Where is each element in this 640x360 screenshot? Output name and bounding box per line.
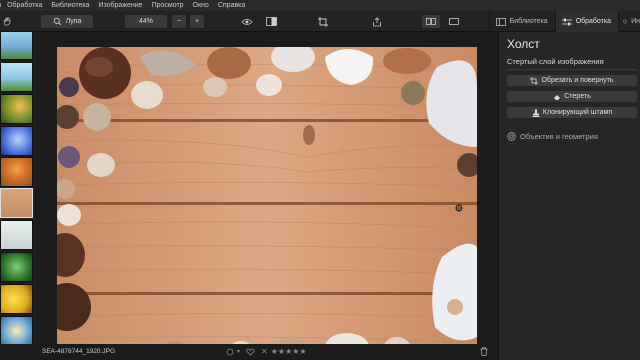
dropdown-arrow-icon[interactable]: ▾ xyxy=(237,348,240,355)
thumbnail[interactable] xyxy=(0,284,33,314)
menu-item-view[interactable]: Просмотр xyxy=(152,2,184,9)
thumbnail[interactable] xyxy=(0,188,33,218)
panel-subtitle: Стертый слой изображения xyxy=(507,57,604,66)
zoom-value: 44% xyxy=(138,18,153,25)
canvas-area[interactable] xyxy=(36,32,496,360)
zoom-in-label: + xyxy=(194,18,200,25)
zoom-select[interactable]: 44% xyxy=(125,15,167,28)
magnifier-button[interactable]: Лупа xyxy=(41,15,93,28)
menu-item-edit[interactable]: Обработка xyxy=(7,2,42,9)
compare-icon[interactable] xyxy=(262,15,280,28)
share-icon[interactable] xyxy=(370,15,384,28)
filmstrip xyxy=(0,32,36,344)
crop-icon xyxy=(530,76,539,85)
magnifier-label: Лупа xyxy=(65,18,82,25)
erase-label: Стереть xyxy=(564,93,591,100)
thumbnail[interactable] xyxy=(0,252,33,282)
single-view-icon[interactable] xyxy=(446,15,462,28)
tab-library-label: Библиотека xyxy=(509,18,548,25)
tab-edit[interactable]: Обработка xyxy=(554,11,618,32)
panel-title: Холст xyxy=(507,37,540,51)
thumbnail[interactable] xyxy=(0,316,33,344)
tab-library[interactable]: Библиотека xyxy=(488,11,555,32)
menu-bar: л Обработка Библиотека Изображение Просм… xyxy=(0,0,640,11)
edit-panel: Холст Стертый слой изображения Обрезать … xyxy=(498,32,640,360)
edited-photo[interactable] xyxy=(57,47,477,360)
crop-rotate-button[interactable]: Обрезать и повернуть xyxy=(507,75,637,86)
thumbnail[interactable] xyxy=(0,157,33,187)
toolbar: Лупа 44% − + Библиотека Обработка Ин xyxy=(0,11,640,32)
hand-icon[interactable] xyxy=(2,15,12,28)
status-bar: SEA-4878744_1920.JPG ▾ ✕ ★★★★★ xyxy=(36,344,498,360)
zoom-in-button[interactable]: + xyxy=(190,15,204,28)
reject-icon[interactable]: ✕ xyxy=(261,347,268,356)
lens-geometry-section[interactable]: Объектив и геометрия xyxy=(507,132,598,141)
thumbnail[interactable] xyxy=(0,220,33,250)
lens-icon xyxy=(507,132,516,141)
heart-icon[interactable] xyxy=(246,348,255,356)
eraser-icon xyxy=(554,94,561,100)
tab-info-label: Ин xyxy=(631,18,640,25)
file-name: SEA-4878744_1920.JPG xyxy=(42,348,115,355)
menu-item-file[interactable]: л xyxy=(0,2,1,9)
erase-button[interactable]: Стереть xyxy=(507,91,637,102)
grid-view-button[interactable] xyxy=(422,15,440,28)
crop-tool-icon[interactable] xyxy=(316,15,330,28)
library-icon xyxy=(495,17,506,26)
stamp-icon xyxy=(532,109,540,117)
crop-rotate-label: Обрезать и повернуть xyxy=(541,77,614,84)
clone-stamp-button[interactable]: Клонирующий штамп xyxy=(507,107,637,118)
magnifier-icon xyxy=(53,17,61,26)
thumbnail[interactable] xyxy=(0,126,33,156)
sliders-icon xyxy=(561,18,572,25)
menu-item-help[interactable]: Справка xyxy=(218,2,245,9)
tab-info[interactable]: Ин xyxy=(618,11,640,32)
thumbnail[interactable] xyxy=(0,32,33,60)
grid-view-icon xyxy=(426,18,436,25)
info-icon xyxy=(623,19,628,24)
rating-bar: ▾ ✕ ★★★★★ xyxy=(226,347,310,356)
zoom-out-label: − xyxy=(176,18,182,25)
mode-tabs: Библиотека Обработка Ин xyxy=(488,11,640,32)
thumbnail[interactable] xyxy=(0,62,33,92)
menu-item-image[interactable]: Изображение xyxy=(98,2,142,9)
tab-edit-label: Обработка xyxy=(575,18,611,25)
zoom-out-button[interactable]: − xyxy=(172,15,186,28)
menu-item-window[interactable]: Окно xyxy=(193,2,209,9)
trash-icon[interactable] xyxy=(480,347,488,358)
clone-stamp-label: Клонирующий штамп xyxy=(542,109,613,116)
eye-icon[interactable] xyxy=(238,15,256,28)
panel-divider xyxy=(507,69,637,70)
menu-item-library[interactable]: Библиотека xyxy=(51,2,89,9)
star-rating[interactable]: ★★★★★ xyxy=(271,347,307,356)
color-label-icon[interactable] xyxy=(226,348,234,356)
lens-geometry-label: Объектив и геометрия xyxy=(520,132,598,141)
thumbnail[interactable] xyxy=(0,94,33,124)
